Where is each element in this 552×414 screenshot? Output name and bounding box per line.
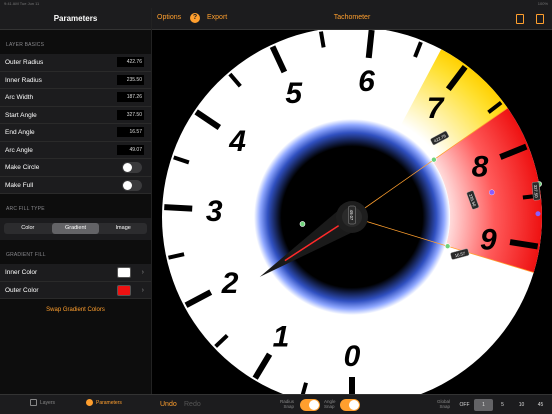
row-outer-color[interactable]: Outer Color › [0, 281, 151, 299]
arc-width-field[interactable]: 187.26 [117, 92, 144, 102]
section-title-layer-basics: LAYER BASICS [6, 42, 45, 48]
global-snap-label: Global Snap [437, 399, 450, 409]
sidebar-title: Parameters [0, 8, 151, 30]
edit-handle[interactable] [444, 243, 451, 250]
edit-handle [489, 189, 495, 195]
handle-value-tag: 327.50 [531, 181, 541, 201]
swap-gradient-colors-button[interactable]: Swap Gradient Colors [0, 299, 151, 313]
gauge-number: 0 [344, 340, 361, 373]
row-label: Start Angle [5, 111, 37, 119]
make-full-toggle[interactable] [122, 179, 142, 191]
undo-button[interactable]: Undo [160, 401, 177, 408]
angle-snap-label: Angle Snap [324, 399, 336, 409]
radius-snap-toggle[interactable] [300, 399, 320, 411]
tachometer-gauge[interactable]: 012345 6789422.76235.50327.5016.5749.07 [152, 30, 552, 394]
row-label: Make Circle [5, 164, 40, 171]
row-label: Inner Radius [5, 76, 42, 84]
radius-snap-label-2: Snap [283, 404, 295, 409]
edit-handle [535, 211, 541, 217]
global-snap-label-2: Snap [439, 404, 451, 409]
make-circle-toggle[interactable] [122, 162, 142, 173]
layers-icon [30, 399, 37, 406]
radius-snap-label: Radius Snap [280, 399, 294, 409]
fill-option-color[interactable]: Color [4, 223, 52, 234]
snap-option-off[interactable]: OFF [455, 399, 474, 411]
row-end-angle: End Angle 16.57 [0, 124, 151, 142]
start-angle-field[interactable]: 327.50 [117, 109, 144, 120]
status-battery: 100% [537, 1, 548, 6]
angle-snap-label-2: Snap [324, 404, 335, 409]
outer-radius-field[interactable]: 422.76 [117, 57, 144, 67]
bottom-toolbar: Undo Redo Radius Snap Angle Snap Global Sna… [152, 394, 552, 414]
row-label: End Angle [5, 129, 35, 136]
row-label: Arc Width [5, 94, 34, 101]
gauge-number: 7 [427, 92, 445, 125]
major-tick [164, 204, 193, 212]
edit-handle[interactable] [431, 156, 437, 163]
row-arc-angle: Arc Angle 49.07 [0, 141, 151, 159]
section-title-arc-fill: ARC FILL TYPE [6, 206, 45, 212]
parameters-icon [86, 399, 93, 406]
tab-parameters-label: Parameters [96, 399, 122, 406]
sidebar-tab-bar: Layers Parameters [0, 394, 152, 414]
row-label: Make Full [5, 181, 34, 189]
section-title-gradient: GRADIENT FILL [6, 252, 46, 258]
row-label: Inner Color [5, 269, 38, 276]
minor-tick [318, 31, 326, 48]
row-label: Arc Angle [5, 146, 33, 154]
gauge-number: 1 [273, 320, 290, 353]
status-time: 9:41 AM Tue Jun 11 [4, 1, 40, 6]
duplicate-icon[interactable] [536, 14, 544, 24]
row-start-angle: Start Angle 327.50 [0, 106, 151, 124]
gauge-number: 5 [285, 77, 303, 110]
outer-color-swatch[interactable] [117, 284, 131, 296]
row-arc-width: Arc Width 187.26 [0, 89, 151, 107]
tab-parameters[interactable]: Parameters [86, 399, 122, 406]
global-snap-control: OFF 1 5 10 45 [455, 399, 550, 411]
gauge-number: 8 [472, 150, 489, 183]
redo-button[interactable]: Redo [184, 401, 201, 408]
gauge-number: 3 [206, 195, 223, 228]
end-angle-field[interactable]: 16.57 [117, 127, 144, 137]
tab-layers[interactable]: Layers [30, 399, 55, 406]
fill-option-gradient[interactable]: Gradient [51, 223, 100, 234]
angle-snap-toggle[interactable] [340, 399, 360, 411]
handle-value-tag: 49.07 [348, 205, 356, 225]
arc-angle-field[interactable]: 49.07 [117, 144, 144, 155]
top-toolbar: Options ? Export Tachometer [152, 8, 552, 30]
gauge-number: 9 [480, 224, 497, 257]
gauge-number: 6 [358, 65, 375, 98]
arc-fill-type-control: Color Gradient Image [0, 218, 151, 240]
row-inner-color[interactable]: Inner Color › [0, 264, 151, 282]
fill-option-image[interactable]: Image [99, 223, 147, 234]
handle-value-text: 49.07 [349, 210, 354, 221]
chevron-right-icon: › [141, 286, 144, 294]
gauge-number: 2 [221, 267, 239, 300]
major-tick [365, 30, 375, 59]
parameters-sidebar: Parameters LAYER BASICS Outer Radius 422.… [0, 8, 152, 414]
copy-icon[interactable] [516, 14, 524, 24]
row-make-circle: Make Circle [0, 159, 151, 177]
row-label: Outer Color [5, 286, 39, 294]
snap-option-1[interactable]: 1 [474, 399, 493, 411]
row-make-full: Make Full [0, 176, 151, 194]
snap-option-45[interactable]: 45 [531, 399, 550, 411]
status-bar: 9:41 AM Tue Jun 11 100% [0, 0, 552, 8]
row-label: Outer Radius [5, 59, 44, 66]
design-canvas[interactable]: 0 1 2 3 4 5 6 7 8 9 422.76 235.50 327.50 16.57 49.07 [152, 30, 552, 394]
document-title: Tachometer [333, 14, 371, 21]
chevron-right-icon: › [141, 269, 144, 276]
tab-layers-label: Layers [40, 399, 56, 406]
row-inner-radius: Inner Radius 235.50 [0, 71, 151, 89]
gauge-number: 4 [228, 125, 246, 158]
inner-radius-field[interactable]: 235.50 [117, 74, 144, 85]
snap-option-5[interactable]: 5 [493, 399, 512, 411]
row-outer-radius: Outer Radius 422.76 [0, 54, 151, 72]
edit-handle[interactable] [299, 221, 306, 227]
snap-option-10[interactable]: 10 [512, 399, 531, 411]
inner-color-swatch[interactable] [117, 267, 131, 278]
